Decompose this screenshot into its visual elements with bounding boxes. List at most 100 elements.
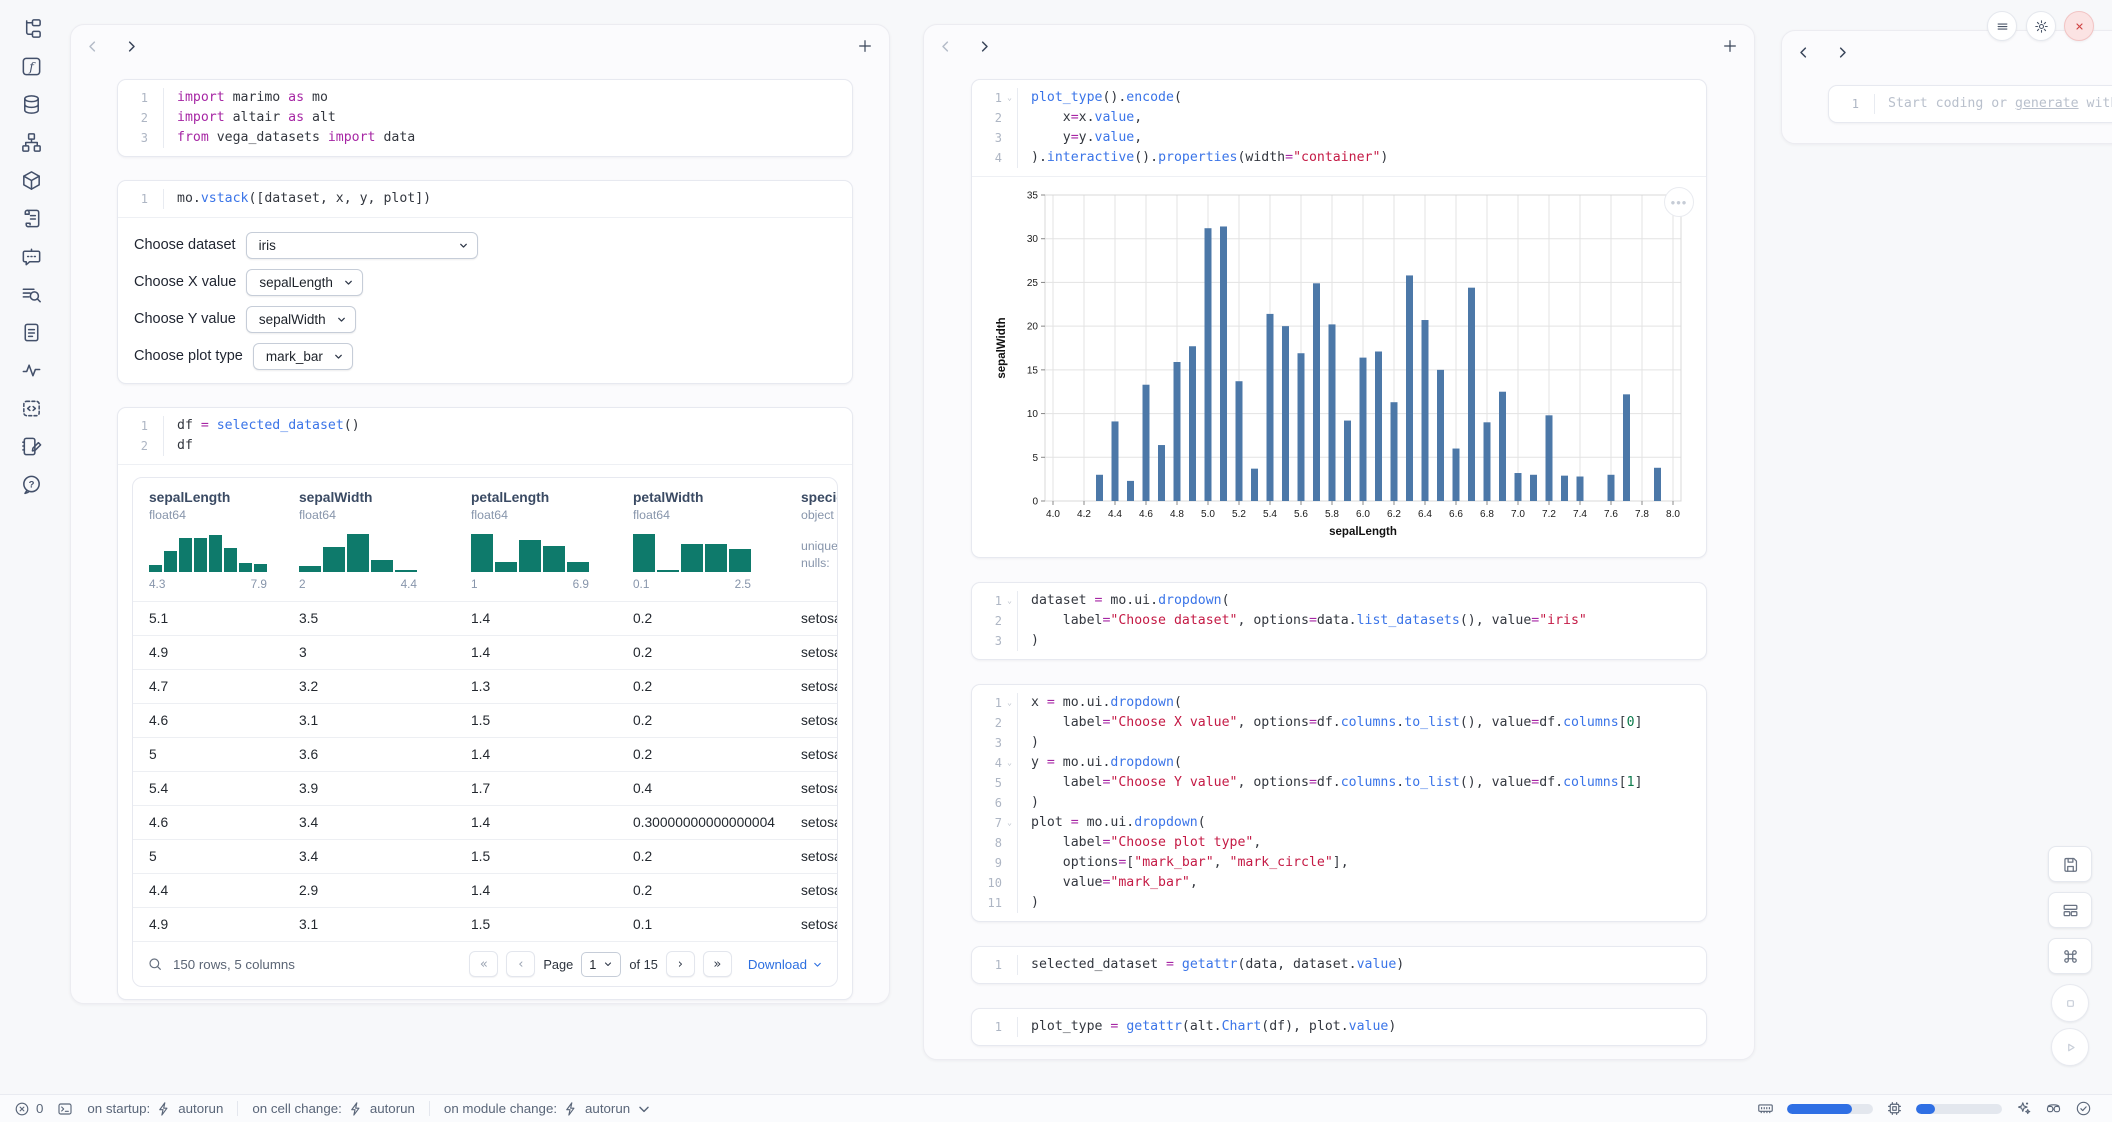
ai-chat-icon[interactable] xyxy=(20,245,43,268)
column-header-species[interactable]: speciesobjectuniquenulls: xyxy=(785,490,837,591)
scratchpad-icon[interactable] xyxy=(20,435,43,458)
choose-x-value-select[interactable]: sepalLength xyxy=(246,269,363,296)
stop-button[interactable] xyxy=(2051,984,2089,1022)
chevron-left-icon[interactable] xyxy=(938,39,953,54)
page-select[interactable]: 1 xyxy=(581,952,621,977)
code-line: 1selected_dataset = getattr(data, datase… xyxy=(972,955,1706,975)
empty-code-editor[interactable]: 1 Start coding or generate with xyxy=(1829,86,2112,122)
fold-toggle-icon[interactable]: ⌄ xyxy=(1002,88,1017,108)
close-button[interactable] xyxy=(2064,11,2094,41)
file-tree-icon[interactable] xyxy=(20,17,43,40)
error-count-indicator[interactable]: 0 xyxy=(14,1101,43,1117)
chart-actions-button[interactable]: ••• xyxy=(1664,187,1694,217)
autorun-on-startup[interactable]: on startup: autorun xyxy=(87,1101,223,1117)
last-page-button[interactable]: » xyxy=(703,951,732,977)
cell-empty-editor: 1 Start coding or generate with xyxy=(1828,85,2112,123)
column-header-petalLength[interactable]: petalLengthfloat6416.9 xyxy=(455,490,617,591)
code-line: 5 label="Choose Y value", options=df.col… xyxy=(972,773,1706,793)
code-editor-selected-dataset[interactable]: 1selected_dataset = getattr(data, datase… xyxy=(972,947,1706,983)
table-cell: 5 xyxy=(133,747,283,762)
activity-icon[interactable] xyxy=(20,359,43,382)
code-editor-imports[interactable]: 1import marimo as mo2import altair as al… xyxy=(118,80,852,156)
ai-sparkles-button[interactable] xyxy=(2015,1100,2032,1117)
fold-toggle-icon[interactable]: ⌄ xyxy=(1002,813,1017,833)
table-cell: 0.2 xyxy=(617,883,785,898)
save-button[interactable] xyxy=(2048,846,2092,882)
svg-text:7.8: 7.8 xyxy=(1635,509,1649,520)
variables-icon[interactable]: f xyxy=(20,55,43,78)
help-icon[interactable]: ? xyxy=(20,473,43,496)
packages-icon[interactable] xyxy=(20,169,43,192)
generate-link[interactable]: generate xyxy=(2015,96,2079,111)
table-cell: 1.5 xyxy=(455,849,617,864)
table-cell: 1.4 xyxy=(455,815,617,830)
dependency-graph-icon[interactable] xyxy=(20,131,43,154)
memory-icon[interactable] xyxy=(1757,1100,1774,1117)
table-cell: 1.4 xyxy=(455,883,617,898)
code-line: 3) xyxy=(972,733,1706,753)
table-row: 4.63.11.50.2setosa xyxy=(133,703,837,737)
terminal-button[interactable] xyxy=(57,1101,73,1117)
line-number: 9 xyxy=(972,853,1002,873)
column-name: sepalLength xyxy=(149,490,283,505)
copilot-button[interactable] xyxy=(2045,1100,2062,1117)
logs-icon[interactable] xyxy=(20,207,43,230)
code-editor-dataframe[interactable]: 1df = selected_dataset()2df xyxy=(118,408,852,464)
choose-y-value-select[interactable]: sepalWidth xyxy=(246,306,356,333)
keyboard-shortcuts-button[interactable] xyxy=(2048,938,2092,974)
fold-toggle-icon[interactable]: ⌄ xyxy=(1002,693,1017,713)
chevron-right-icon[interactable] xyxy=(1835,45,1850,60)
choose-dataset-select[interactable]: iris xyxy=(246,232,478,259)
snippets-icon[interactable] xyxy=(20,397,43,420)
choose-plot-type-select[interactable]: mark_bar xyxy=(253,343,353,370)
panel-left-nav xyxy=(71,25,889,61)
column-header-sepalLength[interactable]: sepalLengthfloat644.37.9 xyxy=(133,490,283,591)
table-cell: 1.7 xyxy=(455,781,617,796)
data-sources-icon[interactable] xyxy=(20,93,43,116)
first-page-button[interactable]: « xyxy=(469,951,498,977)
prev-page-button[interactable]: ‹ xyxy=(506,951,535,977)
code-editor-plot[interactable]: 1⌄plot_type().encode(2 x=x.value,3 y=y.v… xyxy=(972,80,1706,176)
cell-vstack: 1mo.vstack([dataset, x, y, plot]) Choose… xyxy=(117,180,853,384)
autorun-on-cell-change[interactable]: on cell change: autorun xyxy=(252,1101,415,1117)
svg-text:0: 0 xyxy=(1032,497,1038,508)
cpu-icon[interactable] xyxy=(1886,1100,1903,1117)
fold-toggle-icon[interactable]: ⌄ xyxy=(1002,591,1017,611)
status-bar-right xyxy=(1757,1100,2098,1117)
settings-gear-button[interactable] xyxy=(2026,11,2056,41)
add-cell-icon[interactable] xyxy=(1722,38,1738,54)
autorun-on-module-change[interactable]: on module change: autorun xyxy=(444,1101,652,1117)
table-cell: 5.4 xyxy=(133,781,283,796)
documentation-icon[interactable] xyxy=(20,321,43,344)
fold-toggle-icon[interactable]: ⌄ xyxy=(1002,753,1017,773)
chevron-left-icon[interactable] xyxy=(85,39,100,54)
table-cell: setosa xyxy=(785,849,837,864)
code-editor-vstack[interactable]: 1mo.vstack([dataset, x, y, plot]) xyxy=(118,181,852,217)
tracing-icon[interactable] xyxy=(20,283,43,306)
choose-y-value-row: Choose Y valuesepalWidth xyxy=(134,304,836,334)
code-editor-dataset[interactable]: 1⌄dataset = mo.ui.dropdown(2 label="Choo… xyxy=(972,583,1706,659)
table-cell: 0.2 xyxy=(617,713,785,728)
menu-button[interactable] xyxy=(1987,11,2017,41)
chevron-right-icon[interactable] xyxy=(977,39,992,54)
layout-button[interactable] xyxy=(2048,892,2092,928)
download-button[interactable]: Download xyxy=(748,957,823,972)
altair-bar-chart[interactable]: 4.04.24.44.64.85.05.25.45.65.86.06.26.46… xyxy=(989,183,1689,551)
chevron-right-icon[interactable] xyxy=(124,39,139,54)
connection-status-icon[interactable] xyxy=(2075,1100,2092,1117)
code-editor-xyplot[interactable]: 1⌄x = mo.ui.dropdown(2 label="Choose X v… xyxy=(972,685,1706,921)
chevron-down-icon xyxy=(636,1101,652,1117)
chevron-down-icon xyxy=(343,277,354,288)
table-cell: 0.1 xyxy=(617,917,785,932)
column-header-sepalWidth[interactable]: sepalWidthfloat6424.4 xyxy=(283,490,455,591)
search-icon[interactable] xyxy=(147,956,163,972)
code-editor-plot-type[interactable]: 1plot_type = getattr(alt.Chart(df), plot… xyxy=(972,1009,1706,1045)
chevron-left-icon[interactable] xyxy=(1796,45,1811,60)
table-summary: 150 rows, 5 columns xyxy=(173,957,295,972)
column-header-petalWidth[interactable]: petalWidthfloat640.12.5 xyxy=(617,490,785,591)
next-page-button[interactable]: › xyxy=(666,951,695,977)
line-number: 1 xyxy=(972,591,1002,611)
run-button[interactable] xyxy=(2051,1028,2089,1066)
add-cell-icon[interactable] xyxy=(857,38,873,54)
select-value: sepalWidth xyxy=(259,312,326,327)
